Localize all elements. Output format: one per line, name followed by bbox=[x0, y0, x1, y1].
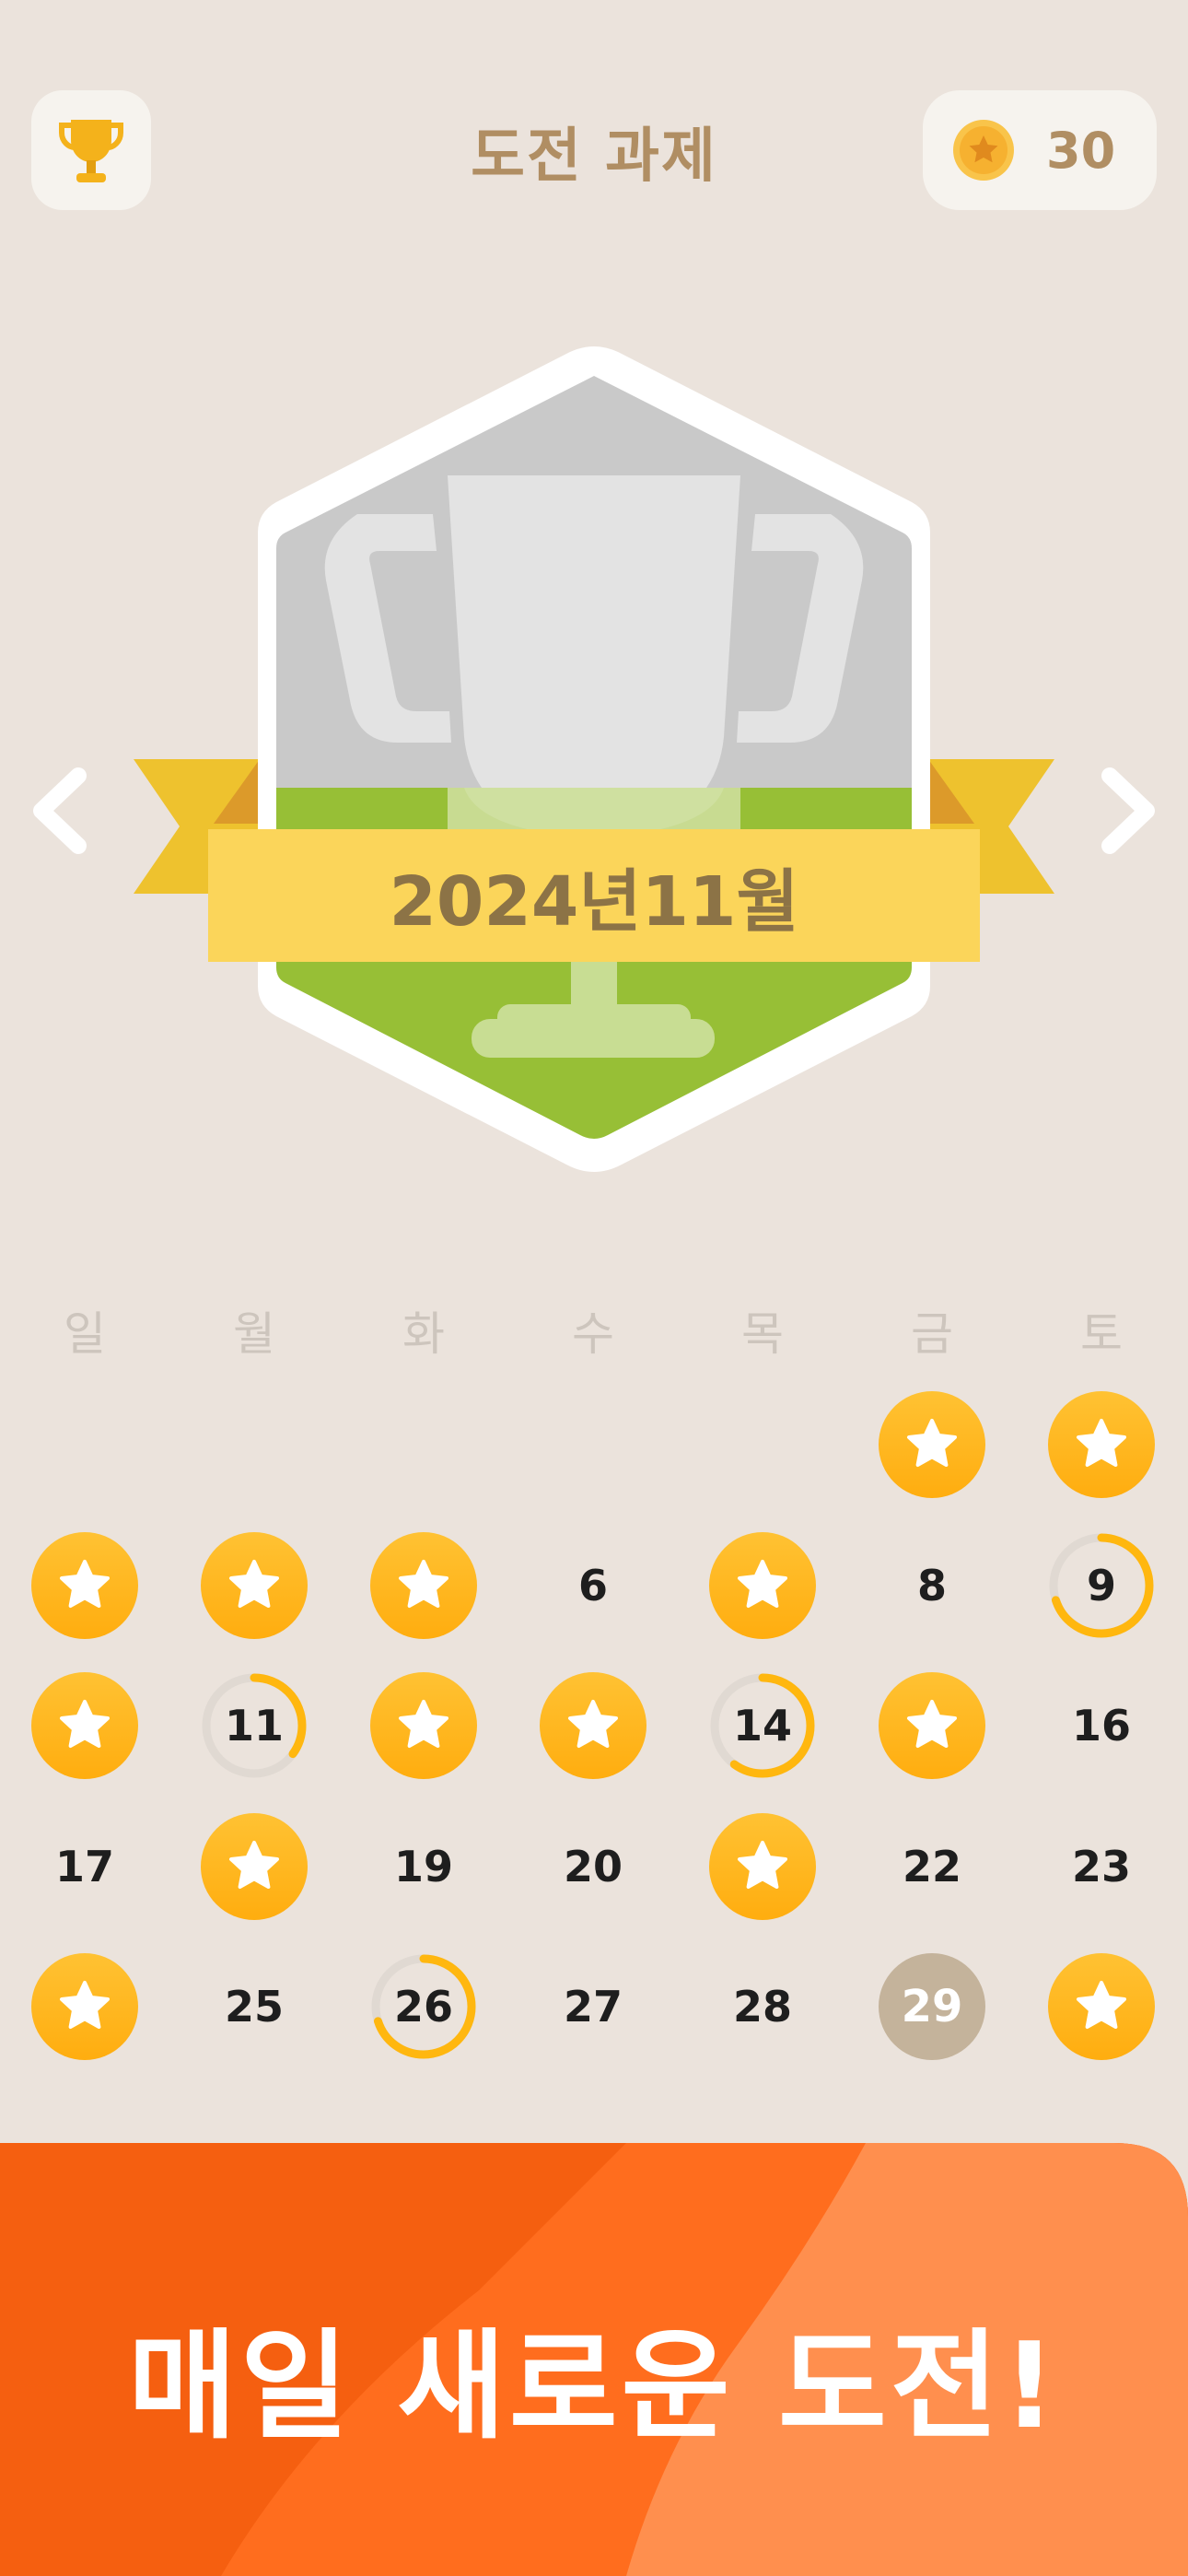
banner-headline: 매일 새로운 도전! bbox=[128, 2318, 1060, 2455]
star-icon bbox=[568, 1700, 618, 1748]
calendar-day-22[interactable]: 22 bbox=[879, 1813, 985, 1920]
star-icon bbox=[399, 1700, 448, 1748]
calendar-day-13[interactable] bbox=[540, 1672, 646, 1779]
day-number: 6 bbox=[577, 1560, 608, 1610]
star-icon bbox=[399, 1559, 448, 1608]
calendar-day-19[interactable]: 19 bbox=[370, 1813, 477, 1920]
star-icon bbox=[907, 1419, 957, 1467]
weekday-label: 수 bbox=[572, 1307, 614, 1361]
day-number: 19 bbox=[393, 1841, 453, 1891]
star-icon bbox=[229, 1840, 279, 1889]
day-number: 11 bbox=[224, 1701, 284, 1751]
calendar-day-11[interactable]: 11 bbox=[201, 1672, 308, 1779]
calendar-day-17[interactable]: 17 bbox=[31, 1813, 138, 1920]
calendar-day-23[interactable]: 23 bbox=[1048, 1813, 1155, 1920]
calendar-day-28[interactable]: 28 bbox=[709, 1953, 816, 2060]
day-number: 25 bbox=[224, 1982, 284, 2032]
day-number: 14 bbox=[732, 1701, 792, 1751]
weekday-label: 일 bbox=[64, 1307, 106, 1361]
calendar-day-26[interactable]: 26 bbox=[370, 1953, 477, 2060]
day-number: 28 bbox=[732, 1982, 792, 2032]
weekday-header: 일월화수목금토 bbox=[0, 1297, 1188, 1371]
day-number: 17 bbox=[54, 1841, 114, 1891]
coin-count: 30 bbox=[1046, 121, 1116, 180]
weekday-label: 월 bbox=[233, 1307, 275, 1361]
calendar-day-21[interactable] bbox=[709, 1812, 816, 1920]
badge-month-label: 2024년11월 bbox=[389, 861, 799, 942]
star-icon bbox=[60, 1559, 110, 1608]
calendar-day-27[interactable]: 27 bbox=[540, 1953, 646, 2060]
weekday-label: 목 bbox=[741, 1307, 784, 1361]
day-number: 27 bbox=[563, 1982, 623, 2032]
next-month-button[interactable] bbox=[1083, 755, 1175, 866]
promo-banner: 매일 새로운 도전! bbox=[0, 2143, 1188, 2576]
calendar-day-18[interactable] bbox=[201, 1812, 308, 1920]
star-icon bbox=[1077, 1419, 1126, 1467]
day-number: 23 bbox=[1071, 1841, 1131, 1891]
weekday-label: 토 bbox=[1080, 1307, 1123, 1361]
calendar-day-14[interactable]: 14 bbox=[709, 1672, 816, 1779]
star-icon bbox=[60, 1700, 110, 1748]
calendar-day-8[interactable]: 8 bbox=[879, 1532, 985, 1639]
weekday-label: 금 bbox=[911, 1307, 953, 1361]
weekday-label: 화 bbox=[402, 1307, 445, 1361]
calendar-day-24[interactable] bbox=[31, 1953, 138, 2060]
calendar-day-4[interactable] bbox=[201, 1531, 308, 1639]
star-icon bbox=[229, 1559, 279, 1608]
calendar-day-20[interactable]: 20 bbox=[540, 1813, 646, 1920]
calendar-day-3[interactable] bbox=[31, 1531, 138, 1639]
star-coin-icon bbox=[953, 120, 1014, 181]
calendar-day-15[interactable] bbox=[879, 1672, 985, 1779]
day-number: 29 bbox=[901, 1981, 963, 2032]
calendar-day-1[interactable] bbox=[879, 1391, 985, 1498]
calendar-day-10[interactable] bbox=[31, 1672, 138, 1779]
previous-month-button[interactable] bbox=[13, 755, 105, 866]
star-icon bbox=[738, 1559, 787, 1608]
day-number: 16 bbox=[1071, 1701, 1131, 1751]
calendar-day-25[interactable]: 25 bbox=[201, 1953, 308, 2060]
calendar-day-30[interactable] bbox=[1048, 1953, 1155, 2060]
calendar-day-16[interactable]: 16 bbox=[1048, 1672, 1155, 1779]
star-icon bbox=[60, 1981, 110, 2029]
day-number: 26 bbox=[393, 1982, 453, 2032]
calendar-day-29[interactable]: 29 bbox=[879, 1953, 985, 2060]
calendar-day-7[interactable] bbox=[709, 1531, 816, 1639]
coin-balance[interactable]: 30 bbox=[923, 90, 1157, 210]
calendar-day-6[interactable]: 6 bbox=[540, 1532, 646, 1639]
calendar-day-12[interactable] bbox=[370, 1672, 477, 1779]
calendar-day-9[interactable]: 9 bbox=[1048, 1532, 1155, 1639]
star-icon bbox=[907, 1700, 957, 1748]
chevron-left-icon bbox=[33, 767, 87, 854]
star-icon bbox=[738, 1840, 787, 1889]
calendar-day-5[interactable] bbox=[370, 1531, 477, 1639]
day-number: 9 bbox=[1086, 1560, 1116, 1610]
star-icon bbox=[1077, 1981, 1126, 2029]
day-number: 8 bbox=[916, 1560, 947, 1610]
day-number: 22 bbox=[902, 1841, 961, 1891]
chevron-right-icon bbox=[1101, 767, 1155, 854]
calendar-day-2[interactable] bbox=[1048, 1391, 1155, 1498]
day-number: 20 bbox=[563, 1841, 623, 1891]
